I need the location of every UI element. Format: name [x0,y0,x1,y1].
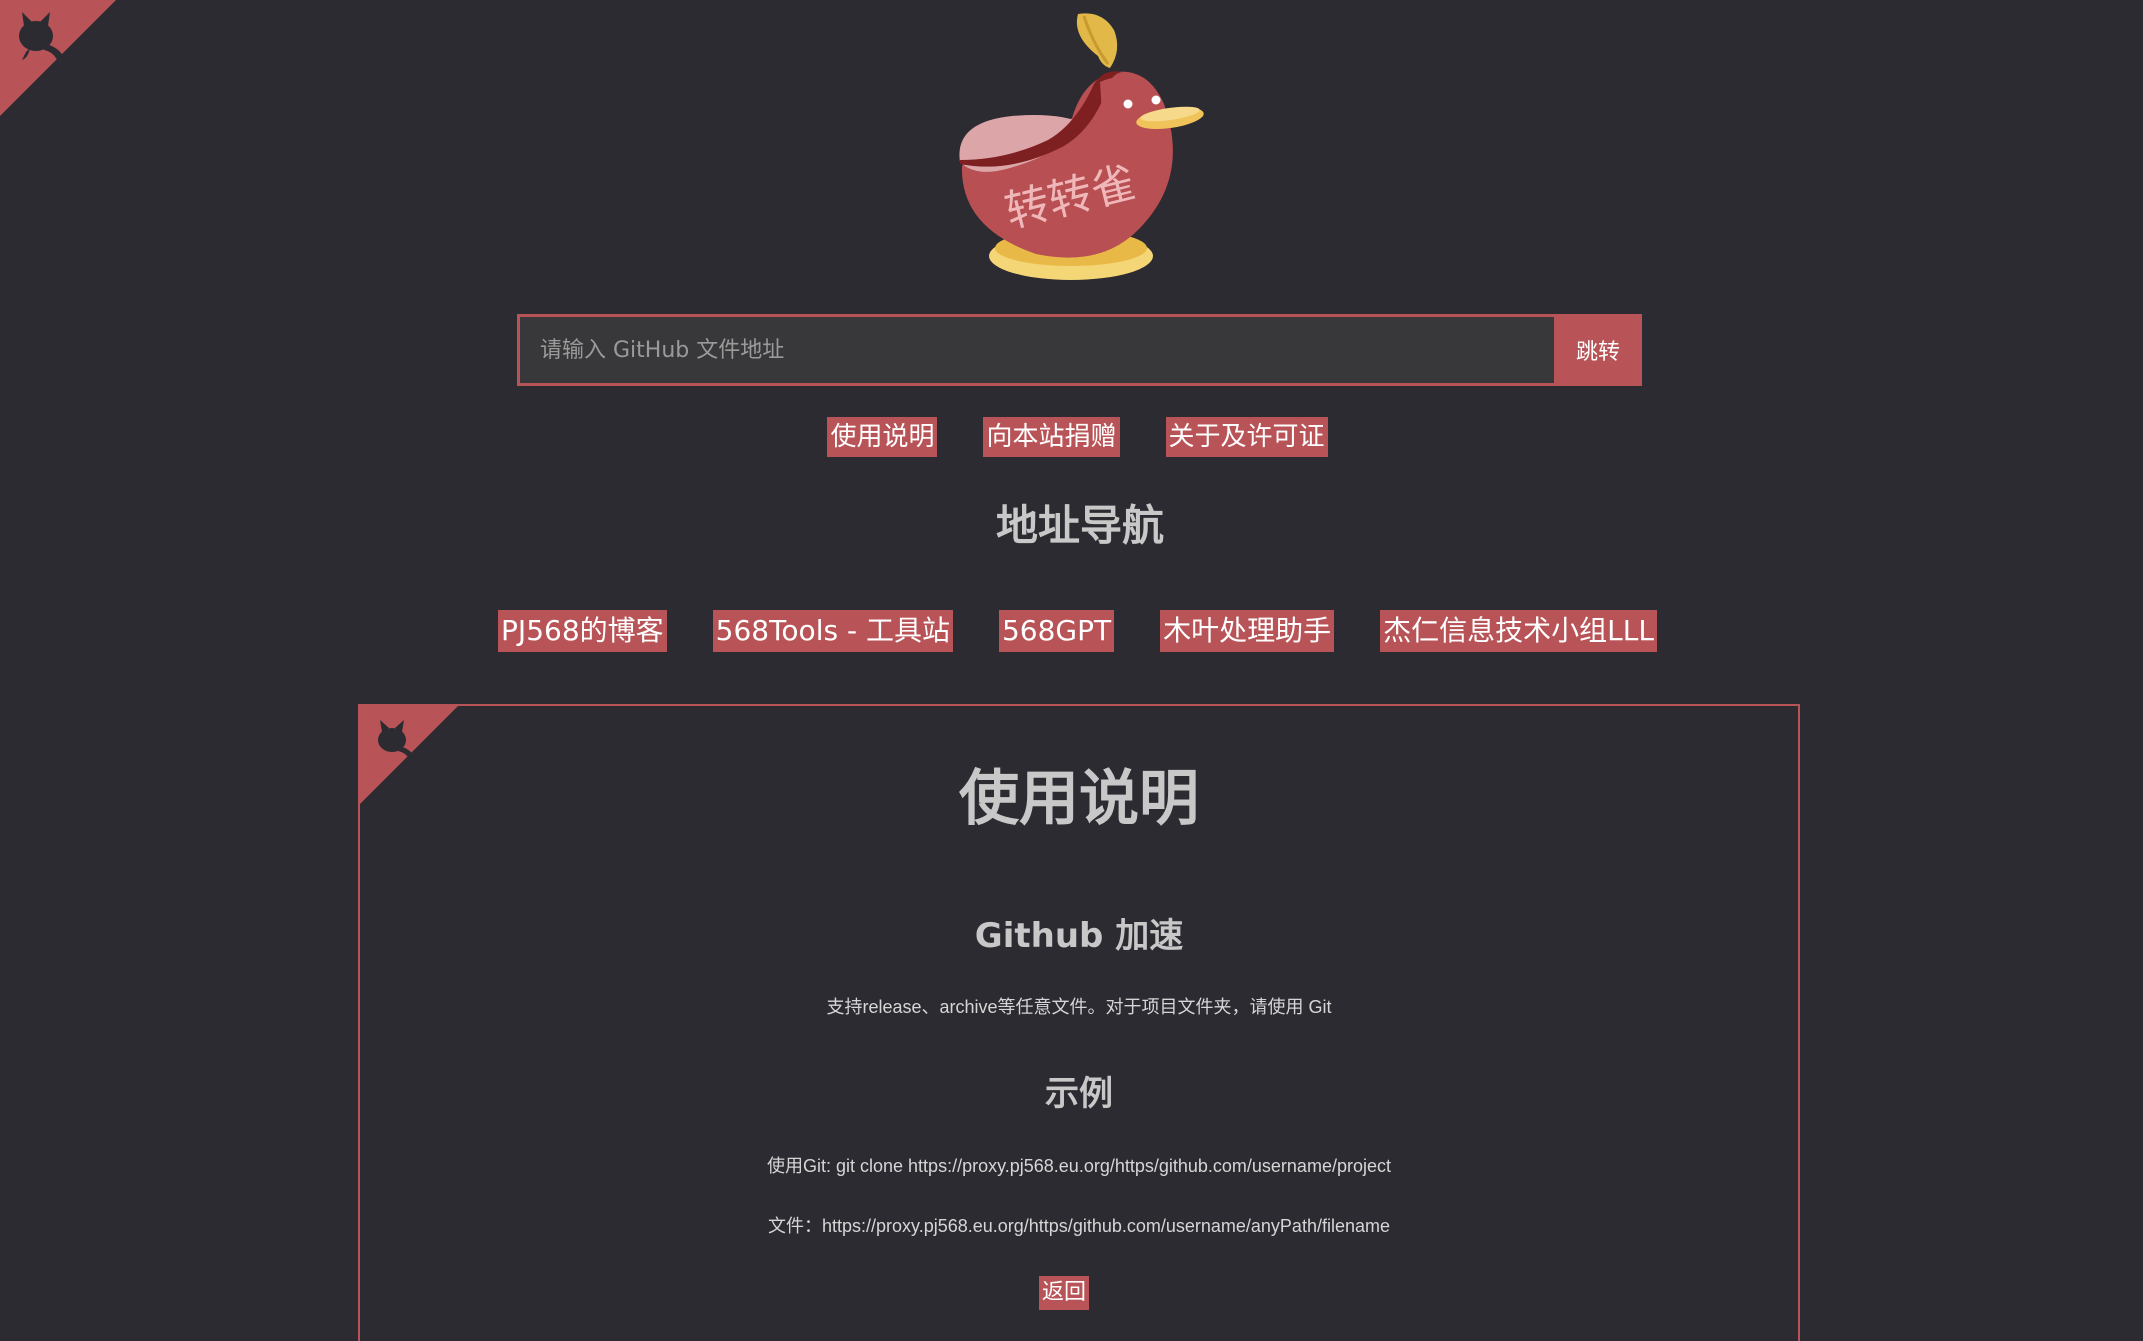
nav-title: 地址导航 [995,501,1164,550]
example-git-text: 使用Git: git clone https://proxy.pj568.eu.… [767,1156,1391,1176]
nav-link-568gpt[interactable]: 568GPT [998,610,1115,652]
search-bar: 跳转 [517,314,1642,386]
nav-link-568tools[interactable]: 568Tools - 工具站 [712,610,953,652]
github-corner-link[interactable] [0,0,116,116]
back-button[interactable]: 返回 [1039,1276,1090,1310]
about-license-link[interactable]: 关于及许可证 [1165,417,1328,457]
usage-link[interactable]: 使用说明 [827,417,938,457]
github-octocat-icon [0,0,116,116]
github-accel-text: 支持release、archive等任意文件。对于项目文件夹，请使用 Git [826,997,1332,1017]
address-nav: PJ568的博客 568Tools - 工具站 568GPT 木叶处理助手 杰仁… [0,610,2143,652]
nav-link-jieren-group[interactable]: 杰仁信息技术小组LLL [1380,610,1657,652]
nav-link-muye-helper[interactable]: 木叶处理助手 [1160,610,1335,652]
github-url-input[interactable] [517,314,1554,386]
instructions-title: 使用说明 [959,764,1199,834]
instructions-panel: 使用说明 Github 加速 支持release、archive等任意文件。对于… [358,704,1800,1341]
top-links: 使用说明 向本站捐赠 关于及许可证 [0,417,2143,457]
zhuanzhuanque-logo: 转转雀 [959,13,1204,280]
jump-button[interactable]: 跳转 [1554,314,1642,386]
example-file-text: 文件：https://proxy.pj568.eu.org/https/gith… [768,1216,1390,1236]
github-accel-heading: Github 加速 [974,916,1184,956]
nav-link-pj568-blog[interactable]: PJ568的博客 [498,610,667,652]
example-heading: 示例 [1045,1074,1113,1114]
page: 转转雀 跳转 使用说明 向本站捐赠 关于及许可证 地址导航 PJ568的博客 5… [0,0,2143,1341]
donate-link[interactable]: 向本站捐赠 [983,417,1120,457]
